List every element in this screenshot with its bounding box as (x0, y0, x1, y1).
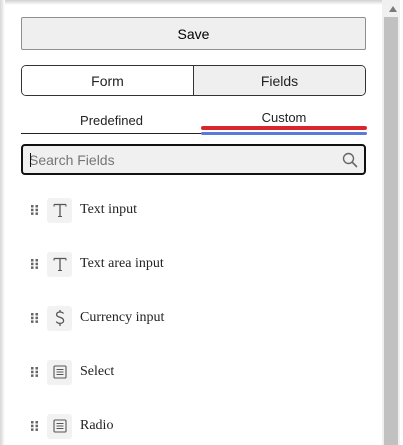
field-label: Select (80, 364, 115, 379)
drag-handle-icon[interactable] (26, 421, 44, 431)
list-item[interactable]: Text input (21, 183, 366, 237)
field-label: Radio (80, 418, 114, 433)
active-tab-indicator (201, 126, 367, 130)
search-box (21, 144, 366, 175)
drag-handle-icon[interactable] (26, 205, 44, 215)
list-item[interactable]: Currency input (21, 291, 366, 345)
field-label: Currency input (80, 310, 165, 325)
field-source-tabs: Predefined Custom (21, 105, 367, 137)
text-T-icon (47, 197, 72, 223)
left-shadow (0, 0, 5, 445)
list-item[interactable]: Select (21, 345, 366, 399)
search-input[interactable] (23, 146, 336, 173)
drag-handle-icon[interactable] (26, 313, 44, 323)
mode-tabs: Form Fields (21, 65, 366, 96)
dollar-icon (47, 305, 72, 331)
field-list: Text input Text area input Currency inpu… (21, 183, 366, 445)
list-icon (47, 359, 72, 385)
text-T-icon (47, 251, 72, 277)
tab-predefined[interactable]: Predefined (21, 105, 202, 135)
save-button[interactable]: Save (21, 17, 366, 50)
text-cursor (30, 153, 31, 167)
field-label: Text area input (80, 256, 164, 271)
tab-underline (21, 133, 202, 134)
list-item[interactable]: Text area input (21, 237, 366, 291)
field-panel: Save Form Fields Predefined Custom Searc… (10, 5, 382, 445)
scrollbar-thumb[interactable] (384, 17, 398, 445)
search-icon[interactable] (336, 146, 364, 173)
field-label: Text input (80, 202, 137, 217)
active-tab-indicator-secondary (201, 132, 367, 135)
drag-handle-icon[interactable] (26, 367, 44, 377)
tab-fields[interactable]: Fields (194, 66, 365, 95)
list-icon (47, 413, 72, 439)
tab-form[interactable]: Form (22, 66, 194, 95)
drag-handle-icon[interactable] (26, 259, 44, 269)
list-item[interactable]: Radio (21, 399, 366, 445)
